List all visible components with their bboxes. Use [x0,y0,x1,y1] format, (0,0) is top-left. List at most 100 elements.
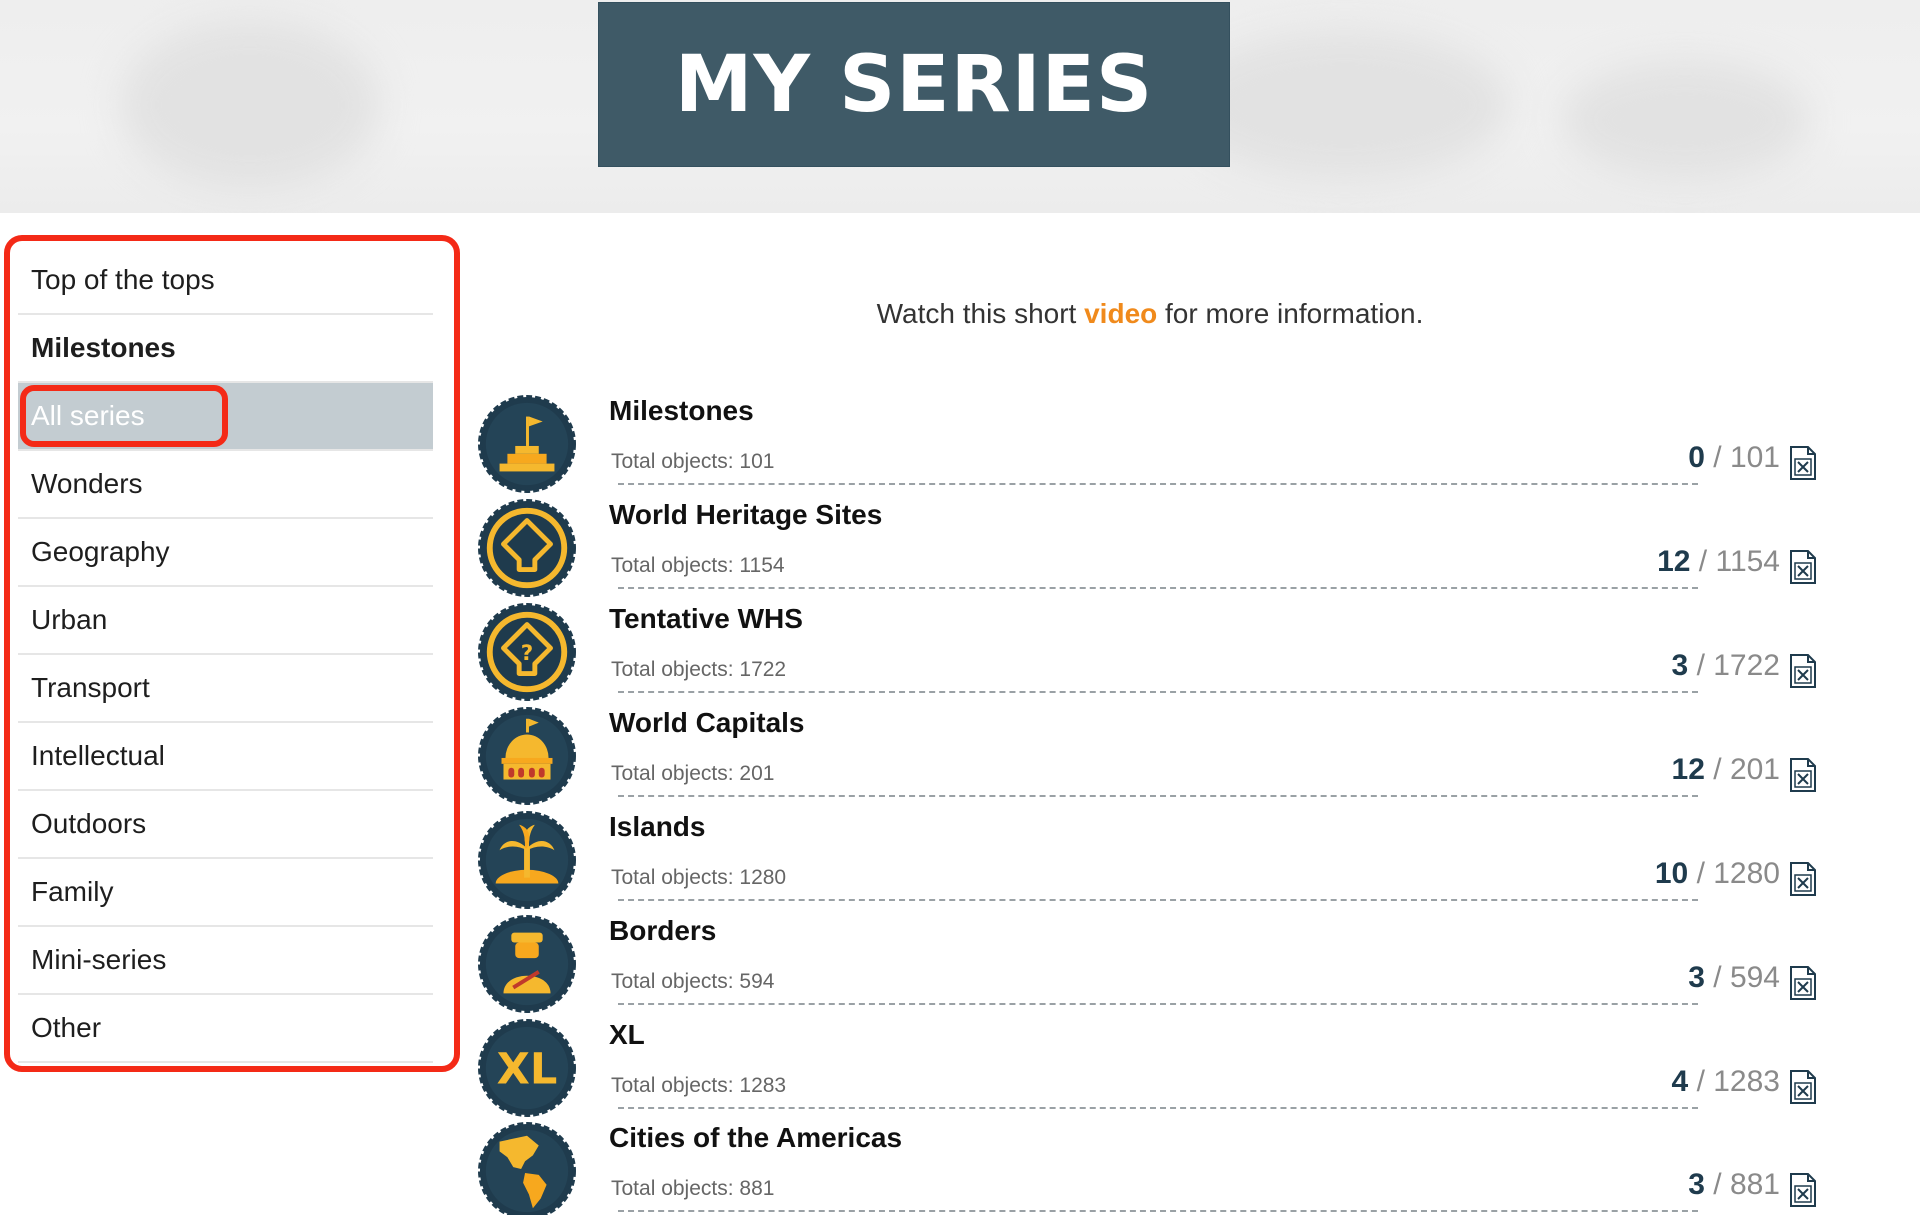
excel-export-icon[interactable] [1788,654,1818,688]
owned-count: 10 [1654,857,1689,890]
excel-export-icon[interactable] [1788,1070,1818,1104]
svg-text:XL: XL [497,1045,558,1095]
series-total-label: Total objects: 1283 [611,1074,793,1098]
total-count: 1722 [1713,649,1780,682]
series-row-milestones[interactable]: Milestones Total objects: 101 0 / 101 [478,395,1818,499]
total-count: 201 [1729,753,1780,786]
dashed-divider [618,691,1698,693]
series-name[interactable]: Milestones [609,395,754,427]
video-link[interactable]: video [1084,298,1157,329]
sidebar-item-label: Transport [31,672,150,703]
intro-after: for more information. [1157,298,1424,329]
sidebar-item-transport[interactable]: Transport [18,655,433,723]
milestone-flag-icon [478,395,576,493]
sidebar-item-label: Family [31,876,114,907]
sidebar-item-label: Wonders [31,468,143,499]
tentative-whs-icon: ? [478,603,576,701]
sidebar-item-geography[interactable]: Geography [18,519,433,587]
series-total-label: Total objects: 101 [611,450,781,474]
palm-island-icon [478,811,576,909]
dashed-divider [618,795,1698,797]
dashed-divider [618,1210,1698,1212]
series-name[interactable]: Islands [609,811,705,843]
series-total-label: Total objects: 1280 [611,866,793,890]
series-progress: 3 / 594 [1684,961,1780,995]
world-heritage-icon [478,499,576,597]
series-row-xl[interactable]: XL XL Total objects: 1283 4 / 1283 [478,1019,1818,1123]
intro-text: Watch this short video for more informat… [700,298,1600,330]
excel-export-icon[interactable] [1788,862,1818,896]
series-total-label: Total objects: 1722 [611,658,793,682]
sidebar-item-label: Milestones [31,332,176,363]
sidebar-item-all-series[interactable]: All series [18,383,433,451]
series-progress: 12 / 201 [1667,753,1780,787]
excel-export-icon[interactable] [1788,1173,1818,1207]
series-progress: 0 / 101 [1684,441,1780,475]
sidebar-item-top-of-the-tops[interactable]: Top of the tops [18,247,433,315]
total-count: 594 [1729,961,1780,994]
sidebar-item-mini-series[interactable]: Mini-series [18,927,433,995]
series-progress: 4 / 1283 [1667,1065,1780,1099]
excel-export-icon[interactable] [1788,446,1818,480]
series-progress: 3 / 881 [1684,1168,1780,1202]
sidebar-item-label: Other [31,1012,102,1043]
series-name[interactable]: XL [609,1019,645,1051]
sidebar-item-label: Outdoors [31,808,147,839]
owned-count: 3 [1688,961,1705,994]
dashed-divider [618,1107,1698,1109]
sidebar-item-urban[interactable]: Urban [18,587,433,655]
series-total-label: Total objects: 201 [611,762,781,786]
series-name[interactable]: World Capitals [609,707,805,739]
page-title-box: MY SERIES [598,2,1230,167]
dashed-divider [618,483,1698,485]
series-name[interactable]: Tentative WHS [609,603,803,635]
border-guard-icon [478,915,576,1013]
total-count: 1280 [1713,857,1780,890]
intro-before: Watch this short [876,298,1085,329]
excel-export-icon[interactable] [1788,758,1818,792]
series-total-label: Total objects: 1154 [611,554,791,578]
sidebar-item-other[interactable]: Other [18,995,433,1063]
page-title: MY SERIES [674,39,1154,130]
series-progress: 12 / 1154 [1653,545,1780,579]
excel-export-icon[interactable] [1788,966,1818,1000]
nav-list: Top of the tops Milestones All series Wo… [18,247,433,1063]
total-count: 101 [1729,441,1780,474]
owned-count: 3 [1688,1168,1705,1201]
series-row-tentative-whs[interactable]: ? Tentative WHS Total objects: 1722 3 / … [478,603,1818,707]
owned-count: 12 [1657,545,1691,578]
map-blob [120,20,380,190]
total-count: 1154 [1715,545,1780,578]
svg-text:?: ? [521,641,534,666]
sidebar-item-wonders[interactable]: Wonders [18,451,433,519]
sidebar-item-label: Mini-series [31,944,167,975]
series-row-borders[interactable]: Borders Total objects: 594 3 / 594 [478,915,1818,1019]
excel-export-icon[interactable] [1788,550,1818,584]
map-blob [1560,60,1810,180]
series-name[interactable]: World Heritage Sites [609,499,882,531]
owned-count: 0 [1688,441,1705,474]
sidebar-item-intellectual[interactable]: Intellectual [18,723,433,791]
owned-count: 3 [1671,649,1689,682]
sidebar-item-label: Intellectual [31,740,165,771]
series-row-world-capitals[interactable]: World Capitals Total objects: 201 12 / 2… [478,707,1818,811]
sidebar-item-family[interactable]: Family [18,859,433,927]
series-total-label: Total objects: 881 [611,1177,781,1201]
americas-map-icon [478,1122,576,1215]
capitol-dome-icon [478,707,576,805]
sidebar-item-label: Urban [31,604,108,635]
series-row-cities-of-the-americas[interactable]: Cities of the Americas Total objects: 88… [478,1122,1818,1215]
sidebar-item-label: Top of the tops [31,264,215,295]
series-row-world-heritage-sites[interactable]: World Heritage Sites Total objects: 1154… [478,499,1818,603]
series-progress: 10 / 1280 [1650,857,1780,891]
series-name[interactable]: Borders [609,915,716,947]
owned-count: 4 [1671,1065,1689,1098]
series-row-islands[interactable]: Islands Total objects: 1280 10 / 1280 [478,811,1818,915]
sidebar-item-milestones[interactable]: Milestones [18,315,433,383]
sidebar-item-label: Geography [31,536,170,567]
series-name[interactable]: Cities of the Americas [609,1122,902,1154]
dashed-divider [618,899,1698,901]
dashed-divider [618,587,1698,589]
sidebar-item-outdoors[interactable]: Outdoors [18,791,433,859]
dashed-divider [618,1003,1698,1005]
